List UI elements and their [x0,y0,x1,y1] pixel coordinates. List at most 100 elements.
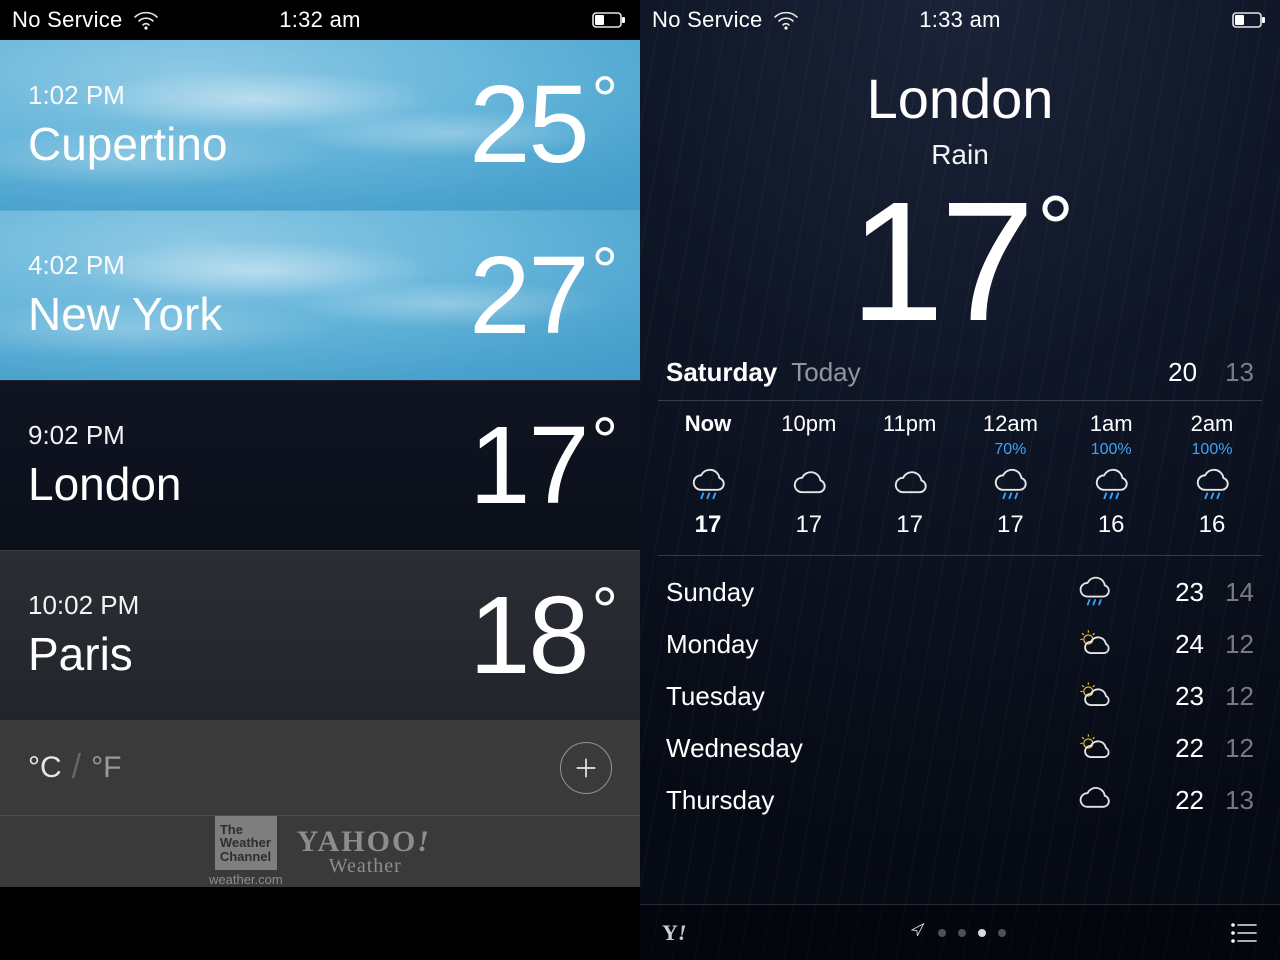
city-row[interactable]: 9:02 PM London 17° [0,380,640,550]
hour-column: 10pm 17 [763,411,855,539]
hourly-forecast[interactable]: Now 17 10pm 17 11pm17 12am 70% 17 1am 100% 16 2am 10… [640,401,1280,555]
day-high: 22 [1134,785,1204,816]
day-low: 13 [1204,785,1254,816]
yahoo-y: Y [662,920,678,945]
hour-column: Now 17 [662,411,754,539]
twc-sub: weather.com [209,872,283,887]
day-high: 23 [1134,681,1204,712]
cloud-icon [892,463,928,507]
unit-row: °C / °F [0,720,640,816]
page-indicator[interactable] [910,922,1006,943]
hour-temp: 17 [795,511,822,539]
partly-icon [1054,627,1134,661]
daily-forecast[interactable]: Sunday2314Monday2412Tuesday2312Wednesday… [640,556,1280,836]
hour-precip: 70% [994,441,1026,459]
city-row[interactable]: 10:02 PMParis18° [0,550,640,720]
twc-line: The [220,823,272,837]
day-name: Sunday [666,577,1054,608]
list-icon[interactable] [1230,921,1258,945]
hour-label: 11pm [883,411,936,437]
hour-temp: 17 [695,511,722,539]
city-time: 1:02 PM [28,80,227,111]
today-low: 13 [1225,357,1254,388]
add-city-button[interactable] [560,742,612,794]
hour-column: 11pm17 [864,411,956,539]
city-name: Paris [28,627,139,681]
hour-temp: 16 [1199,511,1226,539]
list-footer: °C / °F The Weather Channel weather.com … [0,720,640,887]
wifi-icon [133,8,159,32]
rain-icon [1054,575,1134,609]
yahoo-weather-logo[interactable]: YAHOO! Weather [297,825,431,878]
day-high: 23 [1134,577,1204,608]
yahoo-text: YAHOO [297,825,418,858]
day-low: 12 [1204,629,1254,660]
hero: London Rain 17° [640,40,1280,347]
city-name: London [28,457,182,511]
bottom-bar: Y! [640,904,1280,960]
degree-symbol: ° [1037,187,1070,347]
rain-icon [1194,463,1230,507]
today-label: Today [791,357,860,388]
city-name: New York [28,287,222,341]
day-low: 12 [1204,733,1254,764]
weather-channel-logo[interactable]: The Weather Channel weather.com [209,816,283,887]
hour-label: 12am [983,411,1038,437]
page-dot [998,929,1006,937]
city-name: Cupertino [28,117,227,171]
hour-label: 2am [1191,411,1234,437]
day-name: Thursday [666,785,1054,816]
yahoo-icon[interactable]: Y! [662,920,686,946]
city-temp: 18° [469,581,616,691]
day-high: 22 [1134,733,1204,764]
battery-icon [1232,7,1268,33]
day-low: 12 [1204,681,1254,712]
city-detail-screen: No Service 1:33 am London Rain 17° Satur… [640,0,1280,960]
hour-label: 10pm [781,411,836,437]
unit-celsius[interactable]: °C [28,751,62,785]
unit-fahrenheit[interactable]: °F [91,751,121,785]
twc-line: Channel [220,850,272,864]
day-row: Thursday 2213 [666,774,1254,826]
hero-temp: 17° [850,177,1071,347]
city-time: 9:02 PM [28,420,182,451]
location-arrow-icon [910,922,926,943]
unit-separator: / [72,748,81,787]
status-time: 1:33 am [919,7,1001,33]
rain-icon [992,463,1028,507]
partly-icon [1054,679,1134,713]
city-row[interactable]: 4:02 PMNew York27° [0,210,640,380]
city-temp: 17° [469,411,616,521]
page-dot [938,929,946,937]
page-dot [978,929,986,937]
partly-icon [1054,731,1134,765]
twc-line: Weather [220,836,272,850]
hour-precip: 100% [1192,441,1233,459]
day-name: Monday [666,629,1054,660]
hour-column: 1am 100% 16 [1065,411,1157,539]
status-bar: No Service 1:33 am [640,0,1280,40]
city-list: 1:02 PMCupertino25°4:02 PMNew York27°9:0… [0,40,640,720]
hero-condition: Rain [640,139,1280,171]
rain-icon [690,463,726,507]
page-dot [958,929,966,937]
credits: The Weather Channel weather.com YAHOO! W… [0,816,640,887]
hour-precip: 100% [1091,441,1132,459]
hour-temp: 16 [1098,511,1125,539]
day-name: Tuesday [666,681,1054,712]
rain-icon [1093,463,1129,507]
battery-icon [592,7,628,33]
day-row: Tuesday 2312 [666,670,1254,722]
yahoo-subtext: Weather [329,855,402,878]
day-low: 14 [1204,577,1254,608]
hero-city: London [640,66,1280,131]
yahoo-bang: ! [678,920,687,945]
hour-label: Now [685,411,731,437]
city-temp: 25° [469,70,616,180]
city-row[interactable]: 1:02 PM Cupertino 25° [0,40,640,210]
hour-label: 1am [1090,411,1133,437]
status-bar: No Service 1:32 am [0,0,640,40]
hour-temp: 17 [997,511,1024,539]
hour-column: 12am 70% 17 [964,411,1056,539]
day-row: Monday2412 [666,618,1254,670]
